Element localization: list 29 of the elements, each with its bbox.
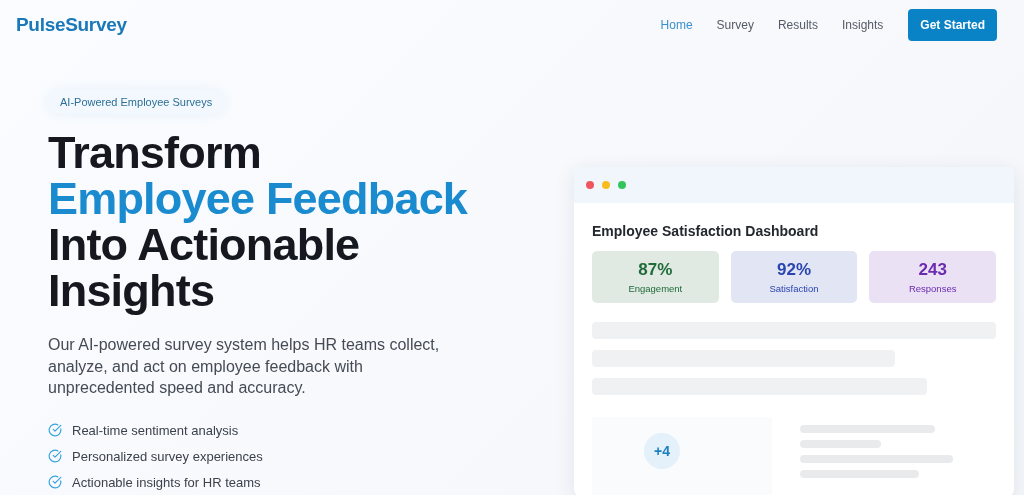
window-dot	[618, 181, 626, 189]
feature-text: Real-time sentiment analysis	[72, 422, 239, 438]
description: Our AI-powered survey system helps HR teams collect, analyze, and act on employee feedback with unprecedented speed and accuracy.	[48, 335, 441, 398]
feature-text: Personalized survey experiences	[72, 448, 263, 464]
headline: Employee Feedback	[48, 176, 468, 222]
window-dot	[586, 181, 594, 189]
check-icon	[48, 449, 62, 463]
headline: Insights	[48, 268, 216, 314]
window-dot	[602, 181, 610, 189]
headline: Transform	[48, 130, 262, 176]
nav-link[interactable]: Survey	[716, 18, 754, 32]
stat-label: Engagement	[628, 283, 683, 294]
nav-link[interactable]: Insights	[841, 18, 884, 32]
dashboard-title: Employee Satisfaction Dashboard	[592, 223, 820, 239]
get-started-button[interactable]: Get Started	[908, 9, 997, 41]
count-bubble: +4	[644, 433, 680, 469]
stat-value: 92%	[776, 260, 811, 280]
feature-text: Actionable insights for HR teams	[72, 474, 261, 490]
stat-label: Satisfaction	[769, 283, 819, 294]
stat-label: Responses	[908, 283, 957, 294]
headline: Into Actionable	[48, 222, 361, 268]
tagline-badge: AI-Powered Employee Surveys	[48, 90, 225, 114]
check-icon	[48, 423, 62, 437]
brand-logo[interactable]: PulseSurvey	[16, 14, 661, 36]
stat-value: 87%	[638, 260, 673, 280]
nav-link[interactable]: Results	[777, 18, 818, 32]
nav-link[interactable]: Home	[660, 18, 693, 32]
stat-value: 243	[918, 260, 947, 280]
check-icon	[48, 475, 62, 489]
